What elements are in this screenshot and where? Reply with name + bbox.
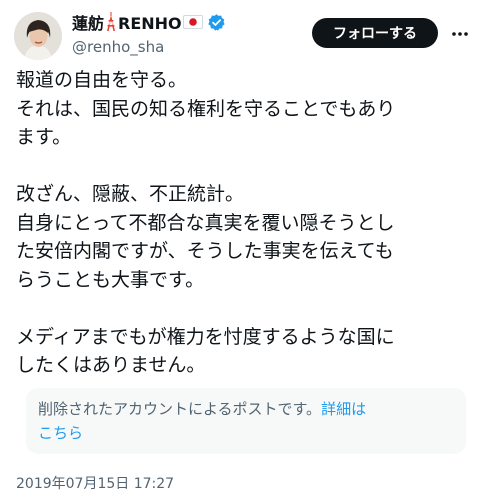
deleted-account-notice: 削除されたアカウントによるポストです。詳細は こちら <box>26 388 466 454</box>
tweet-paragraph: 報道の自由を守る。 それは、国民の知る権利を守ることでもあり ます。 <box>16 66 468 152</box>
tweet-paragraph: メディアまでもが権力を忖度するような国に したくはありません。 <box>16 323 468 380</box>
author-name-row[interactable]: 蓮舫 RENHO <box>72 12 226 36</box>
author-name[interactable]: 蓮舫 <box>72 12 104 36</box>
notice-line: 削除されたアカウントによるポストです。詳細は <box>38 397 454 421</box>
tweet-line: 自身にとって不都合な真実を覆い隠そうとし <box>16 211 395 234</box>
author-handle[interactable]: @renho_sha <box>72 37 164 57</box>
tweet-line: したくはありません。 <box>16 354 206 376</box>
more-options-icon[interactable] <box>448 22 472 46</box>
notice-text: 削除されたアカウントによるポストです。 <box>38 400 322 418</box>
learn-more-link[interactable]: 詳細は <box>321 400 366 418</box>
follow-button[interactable]: フォローする <box>312 18 438 48</box>
tweet-line: メディアまでもが権力を忖度するような国に <box>16 325 395 348</box>
tweet-line: それは、国民の知る権利を守ることでもあり <box>16 97 396 120</box>
japan-flag-icon <box>182 14 203 34</box>
tweet-line: らうことも大事です。 <box>16 268 205 291</box>
learn-more-link-continued[interactable]: こちら <box>38 424 83 442</box>
tokyo-tower-icon <box>105 12 117 36</box>
profile-photo <box>14 12 62 60</box>
author-name-suffix[interactable]: RENHO <box>118 12 182 36</box>
avatar[interactable] <box>14 12 62 60</box>
tweet-text: 報道の自由を守る。 それは、国民の知る権利を守ることでもあり ます。 改ざん、隠… <box>16 66 468 380</box>
tweet-line: 報道の自由を守る。 <box>16 69 188 91</box>
verified-badge-icon[interactable] <box>207 13 226 36</box>
tweet-line: 改ざん、隠蔽、不正統計。 <box>16 183 245 205</box>
tweet-line: ます。 <box>16 126 72 148</box>
tweet-line: た安倍内閣ですが、そうした事実を伝えても <box>16 240 394 262</box>
tweet-timestamp[interactable]: 2019年07月15日 17:27 <box>16 474 174 494</box>
tweet-paragraph: 改ざん、隠蔽、不正統計。 自身にとって不都合な真実を覆い隠そうとし た安倍内閣で… <box>16 180 468 294</box>
notice-line: こちら <box>38 421 454 445</box>
